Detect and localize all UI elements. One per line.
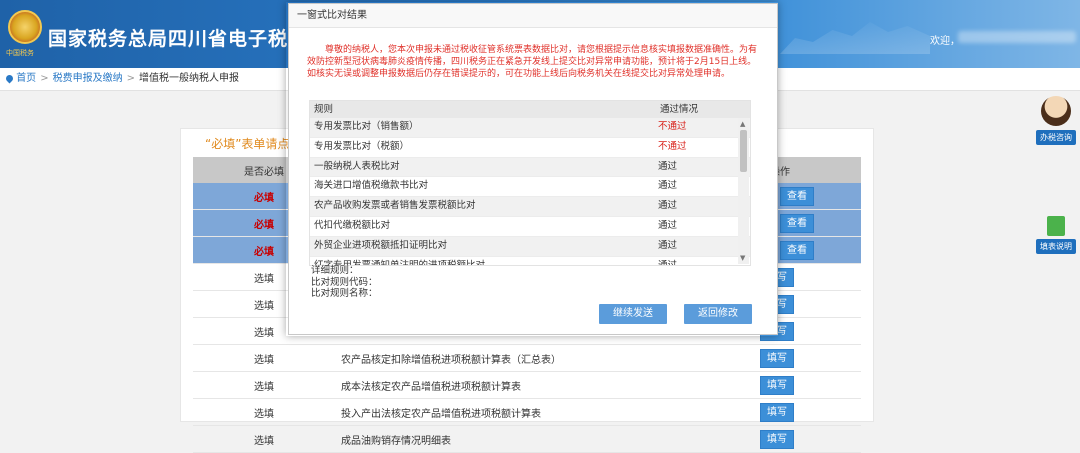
row-actions: 填写 xyxy=(699,398,861,426)
rule-result: 通过 xyxy=(658,239,678,251)
scroll-down-icon[interactable]: ▼ xyxy=(740,254,745,262)
rule-row[interactable]: 专用发票比对（销售额） 不通过 xyxy=(310,118,750,138)
fill-button[interactable]: 填写 xyxy=(760,348,794,368)
breadcrumb-current: 增值税一般纳税人申报 xyxy=(138,73,239,84)
detail-line: 比对规则代码： xyxy=(311,276,378,288)
emblem-caption: 中国税务 xyxy=(6,49,34,57)
detail-line: 详细规则： xyxy=(311,265,359,276)
assistant-avatar-icon xyxy=(1041,96,1071,126)
dialog-title: 一窗式比对结果 xyxy=(289,4,777,28)
location-pin-icon xyxy=(4,73,15,83)
rule-name: 代扣代缴税额比对 xyxy=(314,219,391,231)
rule-result: 不通过 xyxy=(658,140,687,152)
card-title: “必填”表单请点 xyxy=(205,137,290,151)
tax-emblem-icon xyxy=(8,10,42,44)
fill-guide-label[interactable]: 填表说明 xyxy=(1036,239,1076,254)
breadcrumb-tax-filing[interactable]: 税费申报及缴纳 xyxy=(53,73,123,84)
table-row: 选填 农产品核定扣除增值税进项税额计算表（汇总表） 填写 xyxy=(193,344,861,372)
rule-row[interactable]: 海关进口增值税缴款书比对 通过 xyxy=(310,177,750,198)
tax-consult-widget[interactable]: 办税咨询 xyxy=(1036,96,1076,145)
fill-button[interactable]: 填写 xyxy=(760,402,794,422)
back-modify-button[interactable]: 返回修改 xyxy=(684,304,752,324)
row-actions: 填写 xyxy=(699,425,861,453)
rules-scrollbar[interactable]: ▲ ▼ xyxy=(738,118,749,264)
form-name: 成品油购销存情况明细表 xyxy=(335,425,699,453)
continue-send-button[interactable]: 继续发送 xyxy=(599,304,667,324)
rule-result: 不通过 xyxy=(658,121,687,132)
rules-col-result: 通过情况 xyxy=(660,104,699,115)
form-name: 农产品核定扣除增值税进项税额计算表（汇总表） xyxy=(335,344,699,372)
dialog-notice: 尊敬的纳税人，您本次申报未通过税收征管系统票表数据比对，请您根据提示信息核实填报… xyxy=(307,45,758,79)
rule-name: 专用发票比对（销售额） xyxy=(314,121,419,132)
guide-book-icon xyxy=(1047,216,1065,236)
required-flag: 选填 xyxy=(193,371,335,399)
form-name: 投入产出法核定农产品增值税进项税额计算表 xyxy=(335,398,699,426)
required-flag: 选填 xyxy=(193,398,335,426)
rule-name: 海关进口增值税缴款书比对 xyxy=(314,180,429,192)
username-redacted xyxy=(958,31,1076,43)
form-name: 成本法核定农产品增值税进项税额计算表 xyxy=(335,371,699,399)
fill-guide-widget[interactable]: 填表说明 xyxy=(1036,216,1076,254)
rule-result: 通过 xyxy=(658,200,678,212)
rule-name: 专用发票比对（税额） xyxy=(314,140,410,152)
rule-detail: 详细规则： 比对规则代码： 比对规则名称： xyxy=(311,265,378,300)
breadcrumb-home[interactable]: 首页 xyxy=(16,73,36,84)
rule-row[interactable]: 专用发票比对（税额） 不通过 xyxy=(310,138,750,158)
rule-name: 一般纳税人表税比对 xyxy=(314,160,400,172)
rules-table: 规则 通过情况 专用发票比对（销售额） 不通过 专用发票比对（税额） 不通过 一般纳税人… xyxy=(309,100,751,266)
rule-row[interactable]: 农产品收购发票或者销售发票税额比对 通过 xyxy=(310,197,750,217)
rule-row[interactable]: 代扣代缴税额比对 通过 xyxy=(310,217,750,237)
scroll-up-icon[interactable]: ▲ xyxy=(740,120,745,128)
view-button[interactable]: 查看 xyxy=(780,213,814,233)
compare-result-dialog: 一窗式比对结果 尊敬的纳税人，您本次申报未通过税收征管系统票表数据比对，请您根据… xyxy=(288,3,778,335)
breadcrumb-separator: > xyxy=(40,73,49,84)
rule-row[interactable]: 外贸企业进项税额抵扣证明比对 通过 xyxy=(310,236,750,257)
breadcrumb-separator: > xyxy=(126,73,135,84)
table-row: 选填 成本法核定农产品增值税进项税额计算表 填写 xyxy=(193,371,861,399)
row-actions: 填写 xyxy=(699,371,861,399)
table-row: 选填 投入产出法核定农产品增值税进项税额计算表 填写 xyxy=(193,398,861,426)
great-wall-decoration xyxy=(780,22,930,54)
scroll-thumb[interactable] xyxy=(740,130,747,172)
table-row: 选填 成品油购销存情况明细表 填写 xyxy=(193,425,861,453)
rule-name: 外贸企业进项税额抵扣证明比对 xyxy=(314,239,448,251)
rules-body: 专用发票比对（销售额） 不通过 专用发票比对（税额） 不通过 一般纳税人表税比对 通过 海关… xyxy=(310,118,750,266)
view-button[interactable]: 查看 xyxy=(780,186,814,206)
fill-button[interactable]: 填写 xyxy=(760,375,794,395)
tax-consult-label[interactable]: 办税咨询 xyxy=(1036,130,1076,145)
required-flag: 选填 xyxy=(193,425,335,453)
row-actions: 填写 xyxy=(699,344,861,372)
rule-name: 农产品收购发票或者销售发票税额比对 xyxy=(314,200,476,212)
rules-header: 规则 通过情况 xyxy=(310,101,750,118)
detail-line: 比对规则名称： xyxy=(311,288,378,299)
rule-row[interactable]: 一般纳税人表税比对 通过 xyxy=(310,157,750,178)
rule-result: 通过 xyxy=(658,219,678,231)
view-button[interactable]: 查看 xyxy=(780,240,814,260)
rule-result: 通过 xyxy=(658,259,678,266)
rule-result: 通过 xyxy=(658,160,678,172)
rules-col-rule: 规则 xyxy=(314,104,334,115)
fill-button[interactable]: 填写 xyxy=(760,429,794,449)
required-flag: 选填 xyxy=(193,344,335,372)
welcome-text: 欢迎， xyxy=(930,36,960,47)
rule-result: 通过 xyxy=(658,180,678,192)
